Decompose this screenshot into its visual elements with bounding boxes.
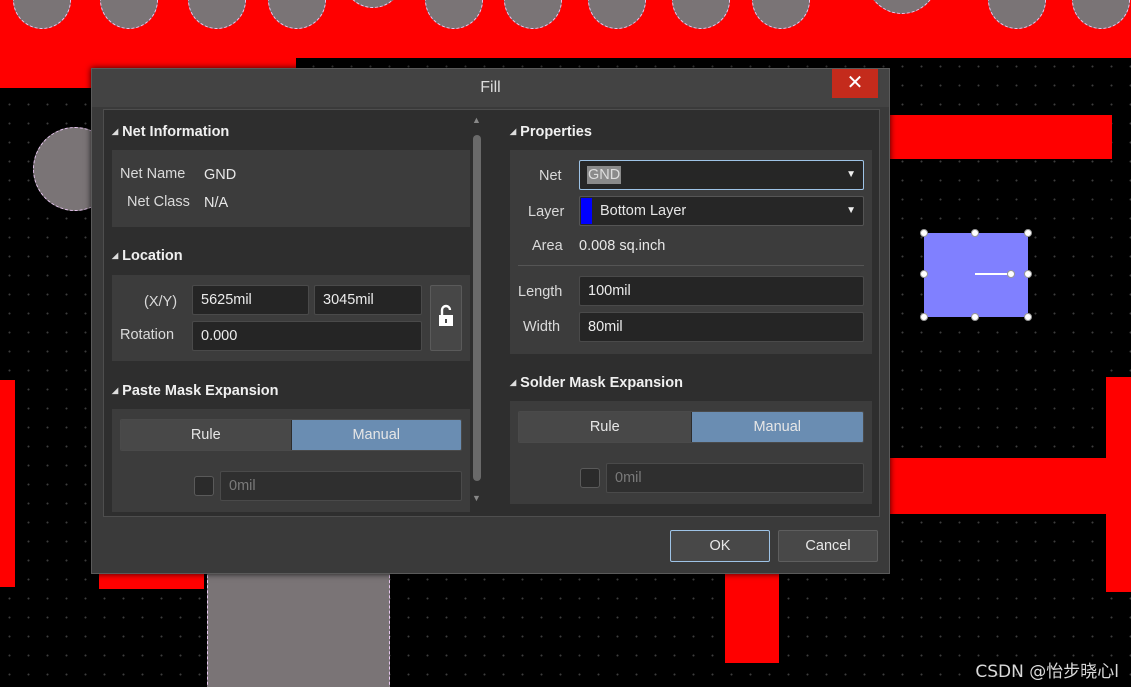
- selection-handle[interactable]: [971, 229, 979, 237]
- chevron-down-icon: ▼: [846, 205, 856, 216]
- copper-region: [1106, 377, 1131, 592]
- y-field[interactable]: 3045mil: [314, 285, 422, 315]
- divider: [518, 265, 864, 266]
- section-title: Properties: [520, 124, 592, 140]
- layer-label: Layer: [528, 204, 565, 220]
- net-name-label: Net Name: [120, 166, 186, 182]
- section-title: Location: [122, 248, 183, 264]
- cancel-button[interactable]: Cancel: [778, 530, 878, 562]
- selection-handle[interactable]: [971, 313, 979, 321]
- rule-option[interactable]: Rule: [121, 420, 292, 450]
- copper-region: [890, 458, 1131, 514]
- scrollbar[interactable]: ▲ ▼: [470, 115, 484, 505]
- net-class-label: Net Class: [127, 194, 190, 210]
- selection-handle[interactable]: [920, 270, 928, 278]
- title-bar[interactable]: Fill ✕: [92, 69, 889, 107]
- paste-mask-mode-toggle: Rule Manual: [120, 419, 462, 451]
- collapse-triangle-icon: ◢: [510, 378, 517, 387]
- copper-region: [99, 574, 204, 589]
- chevron-down-icon: ▼: [846, 169, 856, 180]
- fill-dialog: Fill ✕ ◢ Net Information Net Name GND Net…: [91, 68, 890, 574]
- selection-handle[interactable]: [1024, 313, 1032, 321]
- collapse-triangle-icon: ◢: [112, 127, 119, 136]
- location-header[interactable]: ◢ Location: [112, 248, 183, 264]
- xy-label: (X/Y): [144, 294, 178, 310]
- x-field[interactable]: 5625mil: [192, 285, 309, 315]
- solder-mask-header[interactable]: ◢ Solder Mask Expansion: [510, 375, 683, 391]
- width-label: Width: [523, 319, 561, 335]
- section-title: Paste Mask Expansion: [122, 383, 279, 399]
- layer-dropdown[interactable]: Bottom Layer ▼: [579, 196, 864, 226]
- paste-mask-panel: Rule Manual 0mil: [112, 409, 470, 512]
- scroll-down-icon[interactable]: ▼: [472, 493, 481, 503]
- close-button[interactable]: ✕: [832, 69, 878, 98]
- properties-header[interactable]: ◢ Properties: [510, 124, 592, 140]
- selection-handle[interactable]: [1007, 270, 1015, 278]
- copper-region: [725, 574, 779, 663]
- solder-mask-mode-toggle: Rule Manual: [518, 411, 864, 443]
- close-icon: ✕: [846, 72, 864, 94]
- manual-option[interactable]: Manual: [291, 420, 461, 450]
- solder-mask-value-field[interactable]: 0mil: [606, 463, 864, 493]
- area-label: Area: [532, 238, 563, 254]
- watermark: CSDN @怡步晓心l: [975, 662, 1119, 682]
- paste-mask-header[interactable]: ◢ Paste Mask Expansion: [112, 383, 279, 399]
- scroll-up-icon[interactable]: ▲: [472, 115, 481, 125]
- net-information-panel: Net Name GND Net Class N/A: [112, 150, 470, 227]
- width-field[interactable]: 80mil: [579, 312, 864, 342]
- paste-mask-checkbox[interactable]: [194, 476, 214, 496]
- location-panel: (X/Y) 5625mil 3045mil Rotation 0.000: [112, 275, 470, 361]
- collapse-triangle-icon: ◢: [510, 127, 517, 136]
- selection-handle[interactable]: [920, 229, 928, 237]
- manual-option[interactable]: Manual: [691, 412, 863, 442]
- net-name-value: GND: [204, 167, 237, 183]
- selection-handle[interactable]: [920, 313, 928, 321]
- fill-direction-line: [975, 273, 1011, 275]
- lock-button[interactable]: [430, 285, 462, 351]
- net-label: Net: [539, 168, 562, 184]
- dialog-title: Fill: [480, 79, 501, 96]
- layer-dropdown-value: Bottom Layer: [600, 203, 687, 219]
- rotation-label: Rotation: [120, 327, 175, 343]
- net-information-header[interactable]: ◢ Net Information: [112, 124, 229, 140]
- rule-option[interactable]: Rule: [519, 412, 692, 442]
- copper-region: [0, 380, 15, 587]
- length-field[interactable]: 100mil: [579, 276, 864, 306]
- net-dropdown[interactable]: GND ▼: [579, 160, 864, 190]
- collapse-triangle-icon: ◢: [112, 386, 119, 395]
- ok-button[interactable]: OK: [670, 530, 770, 562]
- solder-mask-checkbox[interactable]: [580, 468, 600, 488]
- net-class-value: N/A: [204, 195, 229, 211]
- selection-handle[interactable]: [1024, 270, 1032, 278]
- selection-handle[interactable]: [1024, 229, 1032, 237]
- section-title: Net Information: [122, 124, 230, 140]
- paste-mask-value-field[interactable]: 0mil: [220, 471, 462, 501]
- scrollbar-thumb[interactable]: [473, 135, 481, 481]
- copper-region: [0, 0, 1131, 58]
- length-label: Length: [518, 284, 563, 300]
- properties-panel: Net GND ▼ Layer Bottom Layer ▼ Area 0.00…: [510, 150, 872, 354]
- rotation-field[interactable]: 0.000: [192, 321, 422, 351]
- unlock-icon: [439, 304, 453, 326]
- layer-color-swatch: [581, 198, 592, 224]
- collapse-triangle-icon: ◢: [112, 251, 119, 260]
- area-value: 0.008 sq.inch: [579, 238, 666, 254]
- section-title: Solder Mask Expansion: [520, 375, 683, 391]
- content-frame: ◢ Net Information Net Name GND Net Class …: [103, 109, 880, 517]
- net-dropdown-value: GND: [587, 166, 622, 184]
- copper-region: [890, 115, 1112, 159]
- pad-rect: [207, 570, 390, 687]
- solder-mask-panel: Rule Manual 0mil: [510, 401, 872, 504]
